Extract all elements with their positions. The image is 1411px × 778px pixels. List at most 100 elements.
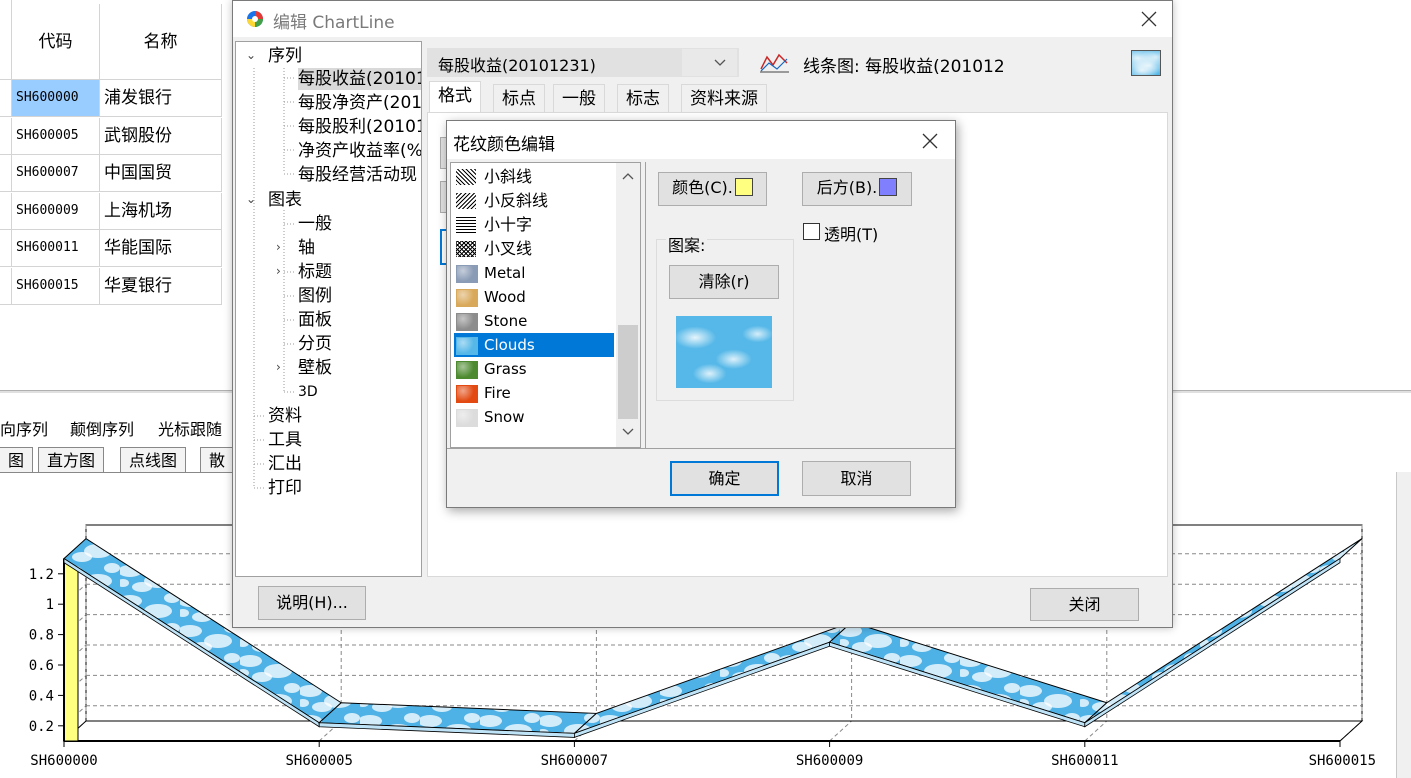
tree-node-data[interactable]: 资料 (268, 405, 302, 427)
pattern-item[interactable]: 小斜线 (454, 165, 614, 189)
cell-name[interactable]: 华能国际 (100, 230, 222, 267)
editor-title-bar[interactable]: 编辑 ChartLine (233, 1, 1172, 37)
tree-node-titles[interactable]: 标题 (298, 261, 332, 283)
tree-expand-series[interactable]: ⌄ (246, 48, 256, 62)
cell-name[interactable]: 华夏银行 (100, 267, 222, 305)
table-row[interactable]: SH600000 浦发银行 (0, 80, 232, 117)
column-header-name[interactable]: 名称 (100, 4, 222, 80)
cancel-button[interactable]: 取消 (802, 461, 911, 496)
toolbar-item-reverse-series[interactable]: 颠倒序列 (70, 416, 134, 440)
tree-node-series-1[interactable]: 每股收益(20101 (298, 68, 421, 90)
close-icon[interactable] (921, 132, 939, 150)
tree-node-export[interactable]: 汇出 (268, 453, 302, 475)
chevron-down-icon[interactable] (622, 427, 634, 437)
pattern-item[interactable]: 小反斜线 (454, 189, 614, 213)
chart-tab-line[interactable]: 图 (0, 447, 34, 473)
tab-datasource[interactable]: 资料来源 (681, 84, 767, 113)
cell-code[interactable]: SH600009 (12, 192, 100, 230)
tree-node-series-2[interactable]: 每股净资产(201 (298, 92, 421, 114)
close-button[interactable]: 关闭 (1030, 588, 1139, 621)
cell-name[interactable]: 中国国贸 (100, 155, 222, 192)
back-color-button[interactable]: 后方(B). (802, 172, 912, 206)
cell-code[interactable]: SH600000 (12, 80, 100, 117)
pattern-item[interactable]: 小叉线 (454, 237, 614, 261)
pattern-item[interactable]: Wood (454, 285, 614, 309)
tree-node-series-4[interactable]: 净资产收益率(% (298, 140, 421, 162)
close-icon[interactable] (1140, 10, 1158, 28)
scroll-thumb[interactable] (618, 325, 638, 419)
chart-app-icon (247, 11, 263, 27)
cell-code[interactable]: SH600007 (12, 155, 100, 192)
combo-button[interactable] (682, 49, 737, 76)
toolbar-item-cursor-follow[interactable]: 光标跟随 (158, 416, 222, 440)
list-divider (645, 162, 646, 448)
chart-tab-histogram[interactable]: 直方图 (38, 447, 105, 473)
table-row[interactable]: SH600005 武钢股份 (0, 117, 232, 155)
tab-format[interactable]: 格式 (429, 81, 481, 113)
tree-expand-chart[interactable]: ⌄ (246, 192, 256, 206)
cell-name[interactable]: 武钢股份 (100, 117, 222, 155)
chart-tab-pointline[interactable]: 点线图 (120, 447, 187, 473)
row-header[interactable] (0, 230, 12, 267)
cell-name[interactable]: 上海机场 (100, 192, 222, 230)
tree-expand-titles[interactable]: › (276, 264, 281, 278)
tree-expand-axis[interactable]: › (276, 240, 281, 254)
chevron-up-icon[interactable] (622, 171, 634, 181)
pattern-item[interactable]: 小十字 (454, 213, 614, 237)
series-color-swatch[interactable] (1131, 50, 1161, 76)
row-header[interactable] (0, 155, 12, 192)
series-combo[interactable]: 每股收益(20101231) (427, 48, 739, 77)
cell-code[interactable]: SH600005 (12, 117, 100, 155)
tab-marks[interactable]: 标志 (617, 84, 669, 113)
table-row[interactable]: SH600007 中国国贸 (0, 155, 232, 192)
tree-node-legend[interactable]: 图例 (298, 285, 332, 307)
x-tick-label: SH600000 (30, 753, 97, 769)
pattern-list[interactable]: 小斜线 小反斜线 小十字 小叉线 Metal Wood Stone Clouds Grass Fi… (450, 162, 641, 448)
pattern-swatch-icon (456, 193, 476, 209)
tree-expand-walls[interactable]: › (276, 360, 281, 374)
cell-code[interactable]: SH600015 (12, 267, 100, 305)
pattern-item[interactable]: Metal (454, 261, 614, 285)
pattern-item[interactable]: Clouds (454, 333, 614, 357)
tree-node-panel[interactable]: 面板 (298, 309, 332, 331)
toolbar-item-series[interactable]: 向序列 (0, 416, 48, 440)
help-button[interactable]: 说明(H)... (258, 586, 366, 620)
pattern-item[interactable]: Stone (454, 309, 614, 333)
cell-name[interactable]: 浦发银行 (100, 80, 222, 117)
chart-tab-scatter[interactable]: 散 (200, 447, 235, 473)
row-header[interactable] (0, 267, 12, 305)
tree-node-series-5[interactable]: 每股经营活动现 (298, 164, 417, 186)
right-scrollbar[interactable] (1396, 472, 1411, 778)
tree-node-paging[interactable]: 分页 (298, 333, 332, 355)
tree-node-chart[interactable]: 图表 (268, 189, 302, 211)
tab-points[interactable]: 标点 (493, 84, 545, 113)
tree-node-print[interactable]: 打印 (268, 477, 302, 499)
pattern-title-bar[interactable]: 花纹颜色编辑 (447, 121, 955, 159)
tree-node-tools[interactable]: 工具 (268, 429, 302, 451)
tree-node-general[interactable]: 一般 (298, 213, 332, 235)
color-button[interactable]: 颜色(C). (658, 172, 767, 206)
pattern-item[interactable]: Snow (454, 405, 614, 429)
table-row[interactable]: SH600011 华能国际 (0, 230, 232, 267)
table-row[interactable]: SH600009 上海机场 (0, 192, 232, 230)
clear-button[interactable]: 清除(r) (669, 265, 779, 299)
row-header[interactable] (0, 192, 12, 230)
pattern-list-scrollbar[interactable] (616, 163, 640, 447)
transparent-checkbox[interactable] (803, 223, 820, 240)
transparent-label[interactable]: 透明(T) (824, 221, 878, 245)
tree-node-walls[interactable]: 壁板 (298, 357, 332, 379)
table-row[interactable]: SH600015 华夏银行 (0, 267, 232, 305)
pattern-item[interactable]: Grass (454, 357, 614, 381)
row-header[interactable] (0, 117, 12, 155)
pattern-item[interactable]: Fire (454, 381, 614, 405)
cell-code[interactable]: SH600011 (12, 230, 100, 267)
tree-node-axis[interactable]: 轴 (298, 237, 315, 259)
ok-button[interactable]: 确定 (670, 461, 779, 496)
tree-node-3d[interactable]: 3D (298, 381, 318, 403)
tree-node-series[interactable]: 序列 (268, 45, 302, 67)
tab-general[interactable]: 一般 (553, 84, 605, 113)
row-header[interactable] (0, 80, 12, 117)
pattern-item-label: Fire (484, 384, 511, 402)
tree-node-series-3[interactable]: 每股股利(20101 (298, 116, 421, 138)
column-header-code[interactable]: 代码 (12, 4, 100, 80)
